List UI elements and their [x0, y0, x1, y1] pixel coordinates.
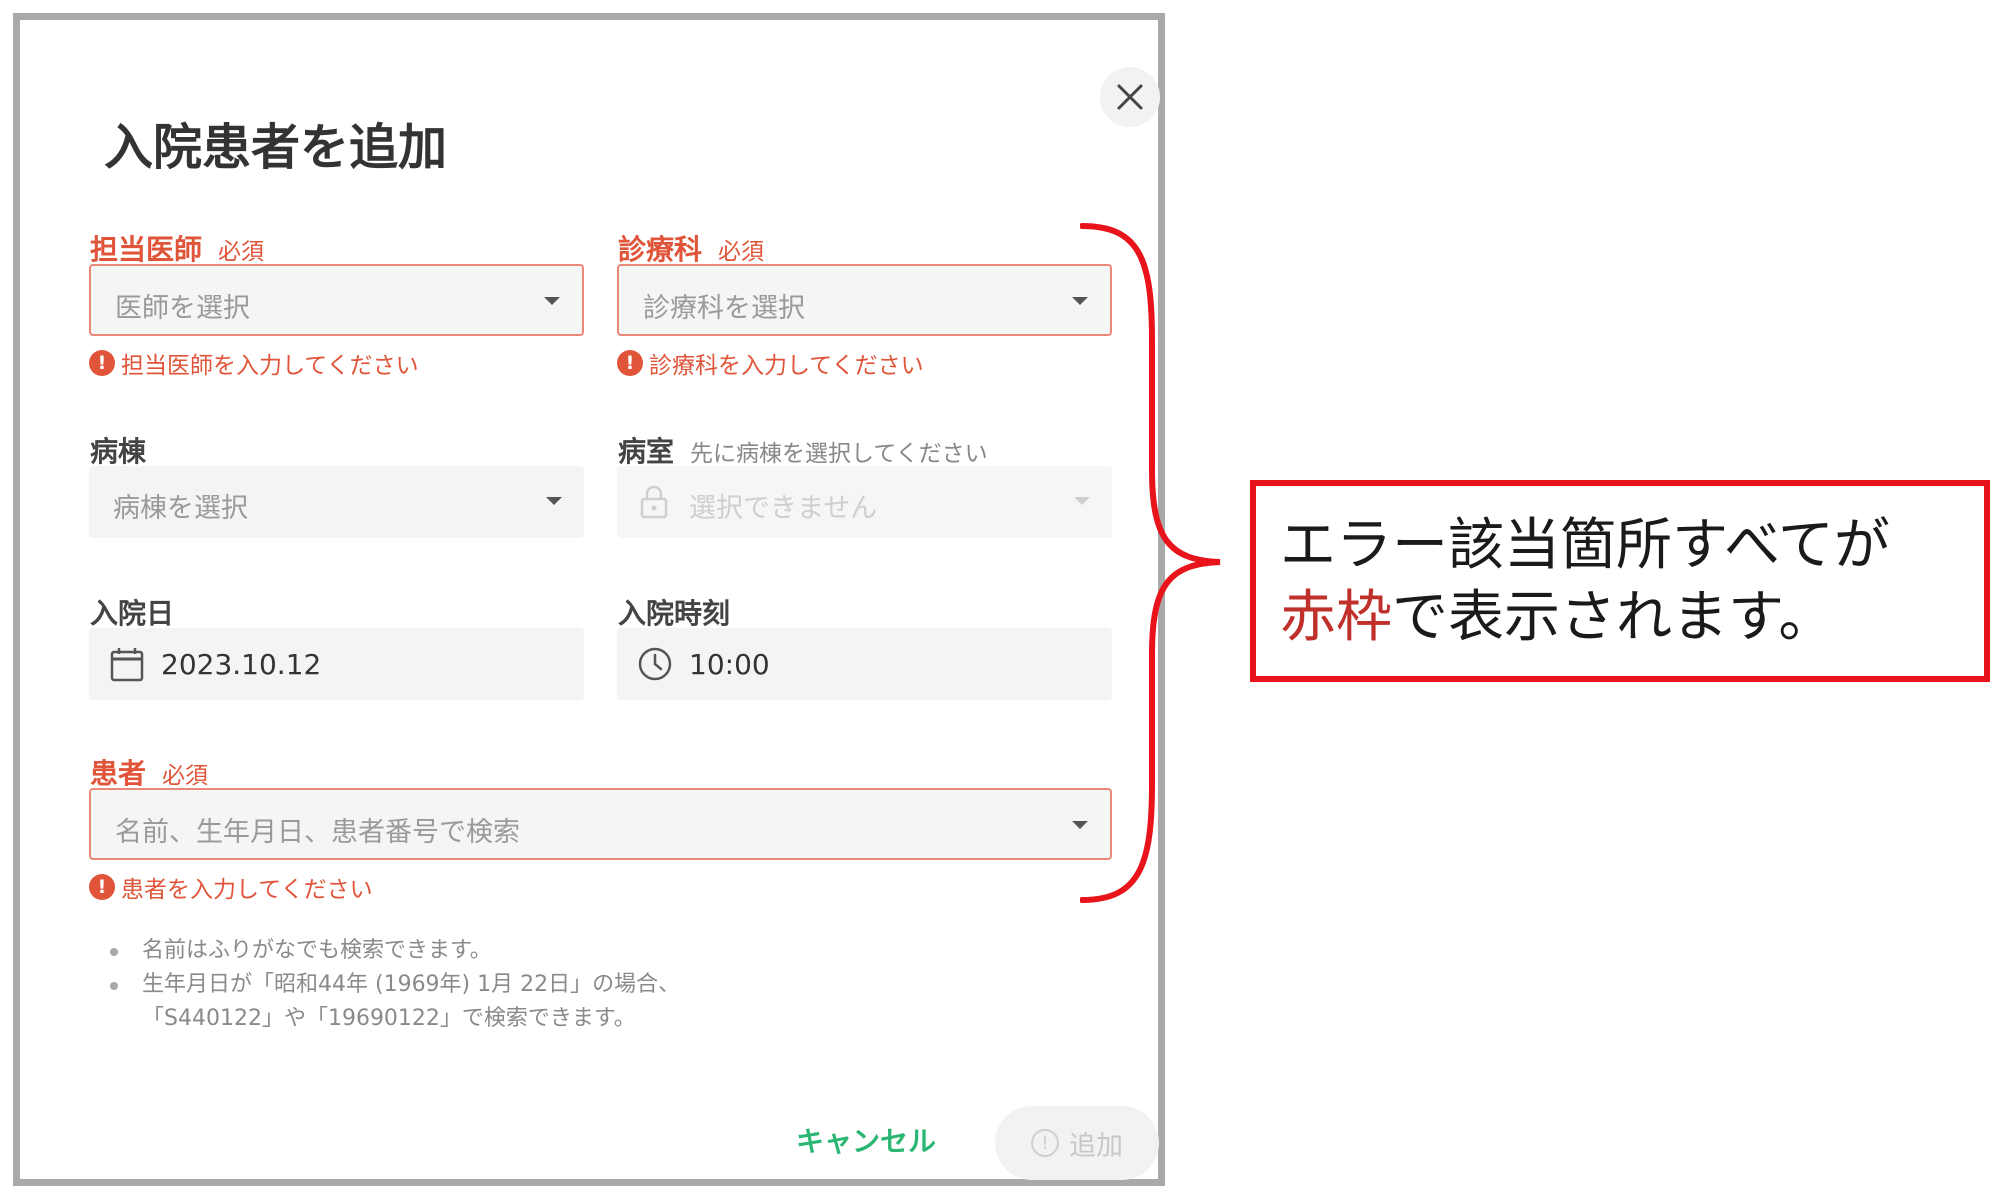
doctor-select-placeholder: 医師を選択	[115, 293, 250, 324]
note-line: 「S440122」や「19690122」で検索できます。	[142, 1006, 636, 1031]
patient-search-select[interactable]: 名前、生年月日、患者番号で検索	[89, 788, 1112, 860]
add-button-label: 追加	[1069, 1130, 1123, 1162]
ward-select-placeholder: 病棟を選択	[113, 493, 248, 524]
room-select: 選択できません	[617, 466, 1112, 538]
annotation-rest-text: で表示されます。	[1392, 585, 1835, 650]
ward-select[interactable]: 病棟を選択	[89, 466, 584, 538]
lock-icon	[640, 485, 668, 519]
info-icon: !	[1031, 1129, 1059, 1157]
department-error-text: 診療科を入力してください	[649, 353, 924, 379]
calendar-icon	[110, 648, 144, 682]
department-select-placeholder: 診療科を選択	[643, 293, 805, 324]
chevron-down-icon	[546, 497, 562, 505]
admission-date-label: 入院日	[90, 597, 175, 630]
close-button[interactable]	[1100, 67, 1160, 127]
room-select-placeholder: 選択できません	[689, 493, 878, 524]
error-icon: !	[617, 350, 643, 376]
cancel-button[interactable]: キャンセル	[796, 1120, 936, 1160]
patient-search-placeholder: 名前、生年月日、患者番号で検索	[115, 817, 520, 848]
room-label: 病室 先に病棟を選択してください	[618, 430, 988, 470]
department-label: 診療科 必須	[618, 228, 764, 268]
admission-time-input[interactable]: 10:00	[617, 628, 1112, 700]
annotation-line-2: 赤枠で表示されます。	[1280, 582, 1984, 654]
note-line: 生年月日が「昭和44年 (1969年) 1月 22日」の場合、	[142, 972, 681, 997]
patient-required-badge: 必須	[162, 763, 209, 789]
admission-time-label: 入院時刻	[618, 597, 731, 630]
ward-label: 病棟	[90, 435, 147, 468]
patient-label-text: 患者	[90, 757, 147, 790]
error-icon: !	[89, 874, 115, 900]
room-hint: 先に病棟を選択してください	[690, 441, 988, 467]
chevron-down-icon	[544, 297, 560, 305]
department-select[interactable]: 診療科を選択	[617, 264, 1112, 336]
clock-icon	[638, 647, 672, 681]
patient-error-text: 患者を入力してください	[121, 877, 373, 903]
close-icon	[1117, 84, 1143, 110]
add-button[interactable]: ! 追加	[995, 1106, 1159, 1180]
note-item: 名前はふりがなでも検索できます。	[108, 934, 680, 968]
admission-date-input[interactable]: 2023.10.12	[89, 628, 584, 700]
doctor-label-text: 担当医師	[90, 233, 203, 266]
admission-time-value: 10:00	[689, 648, 770, 681]
doctor-label: 担当医師 必須	[90, 228, 264, 268]
department-error: ! 診療科を入力してください	[617, 346, 924, 380]
note-item: 生年月日が「昭和44年 (1969年) 1月 22日」の場合、 「S440122」…	[108, 968, 680, 1036]
doctor-required-badge: 必須	[218, 239, 265, 265]
patient-error: ! 患者を入力してください	[89, 870, 373, 904]
annotation-red-text: 赤枠	[1280, 585, 1392, 650]
doctor-select[interactable]: 医師を選択	[89, 264, 584, 336]
doctor-error-text: 担当医師を入力してください	[121, 353, 419, 379]
department-required-badge: 必須	[718, 239, 765, 265]
dialog-title: 入院患者を追加	[104, 119, 448, 176]
annotation-callout: エラー該当箇所すべてが 赤枠で表示されます。	[1250, 480, 1990, 682]
add-inpatient-dialog: 入院患者を追加 担当医師 必須 医師を選択 ! 担当医師を入力してください 診療科…	[13, 13, 1165, 1186]
curly-brace-annotation	[1080, 223, 1221, 903]
patient-label: 患者 必須	[90, 752, 208, 792]
annotation-line-1: エラー該当箇所すべてが	[1280, 513, 1890, 578]
doctor-error: ! 担当医師を入力してください	[89, 346, 419, 380]
department-label-text: 診療科	[618, 233, 703, 266]
error-icon: !	[89, 350, 115, 376]
admission-date-value: 2023.10.12	[161, 648, 322, 681]
search-help-notes: 名前はふりがなでも検索できます。 生年月日が「昭和44年 (1969年) 1月 …	[108, 934, 680, 1036]
room-label-text: 病室	[618, 435, 675, 468]
